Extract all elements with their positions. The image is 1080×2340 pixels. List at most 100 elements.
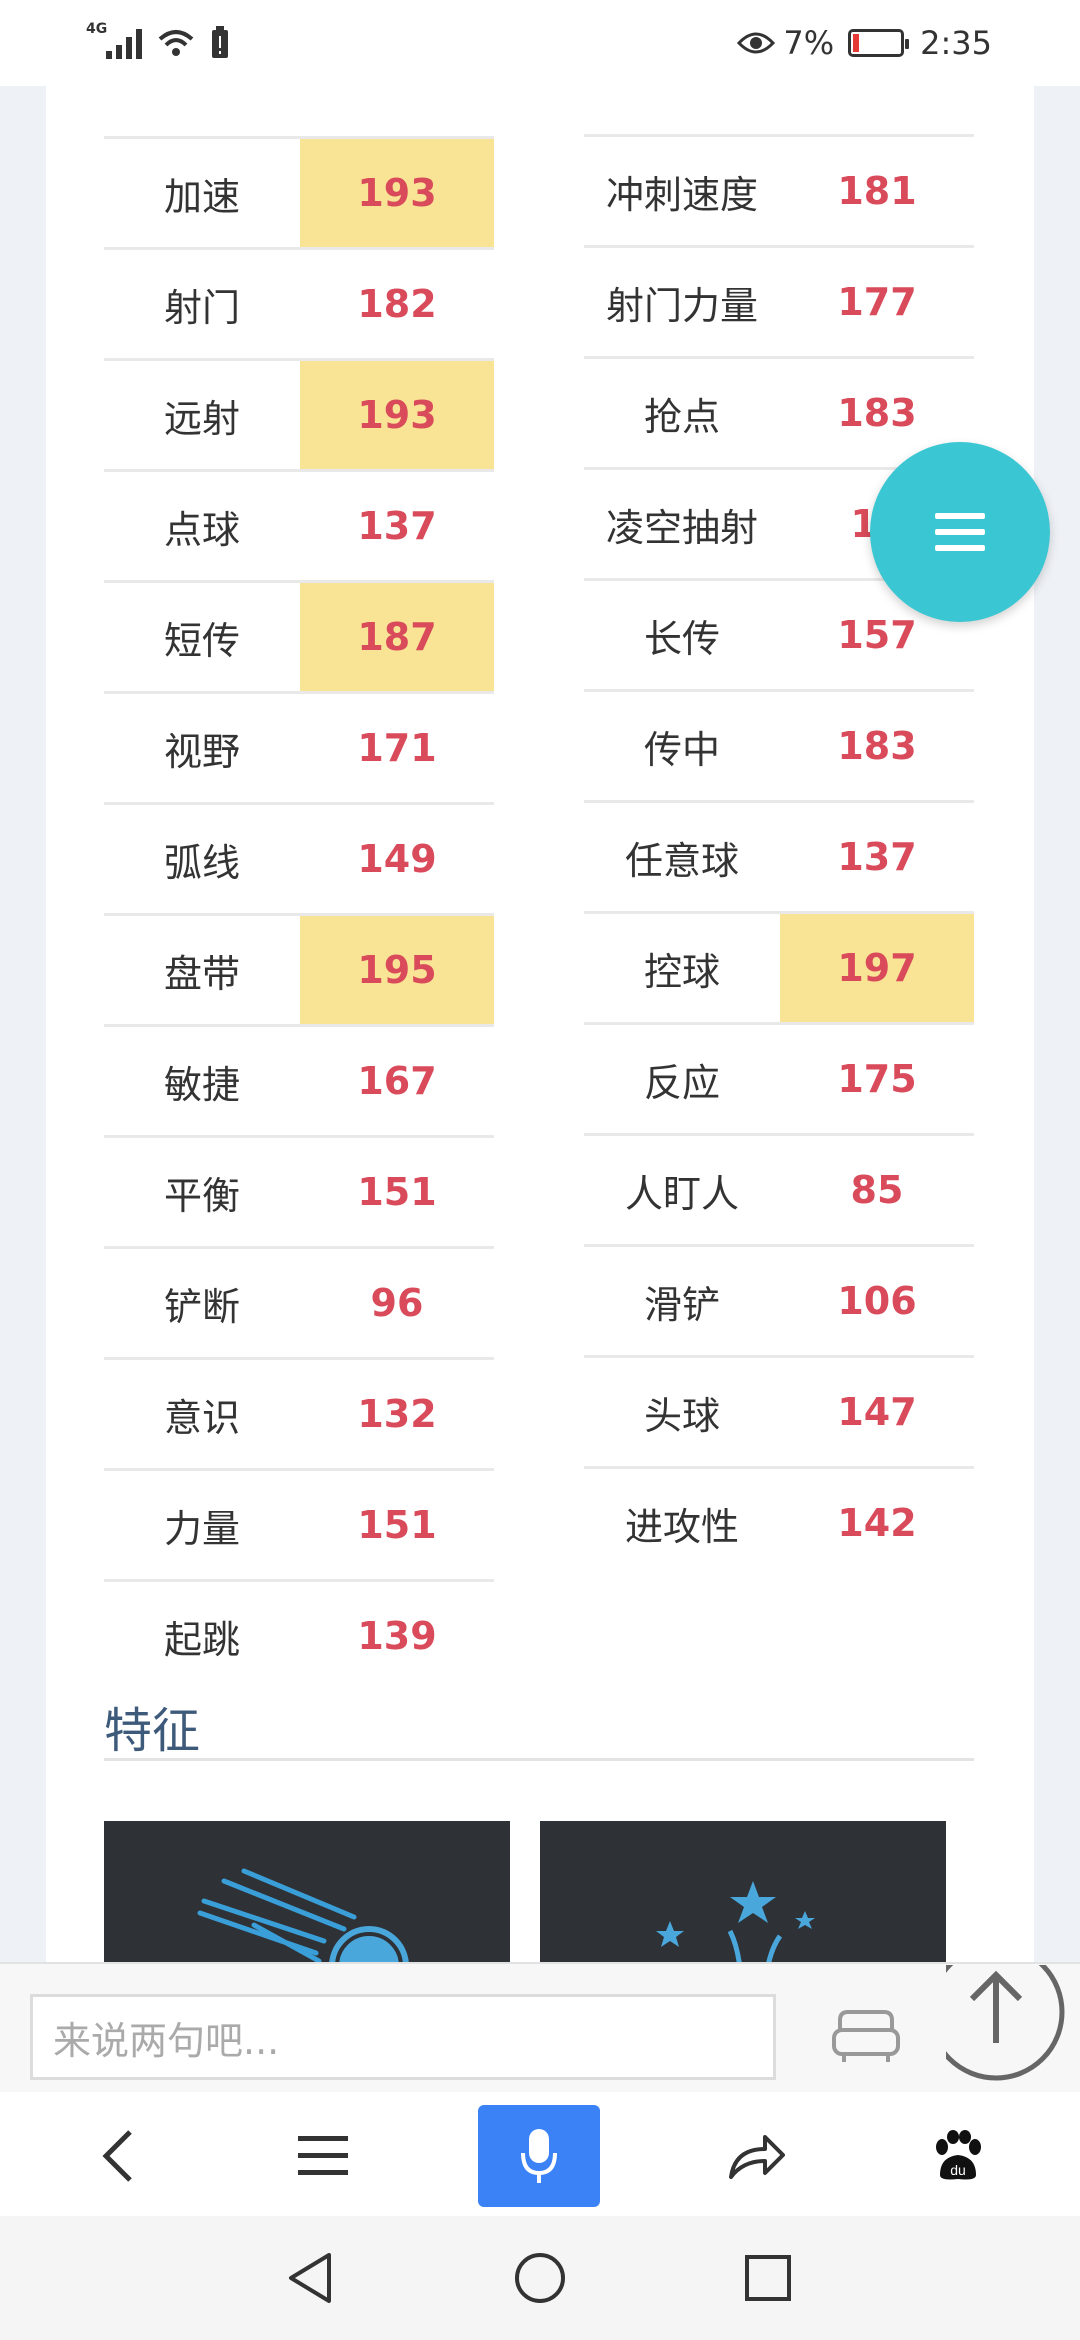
stat-value: 177 [837, 280, 917, 324]
stat-value: 181 [837, 169, 917, 213]
stat-row: 意识 132 [104, 1357, 494, 1468]
stat-row: 任意球 137 [584, 800, 974, 911]
stats-table-right: 冲刺速度181射门力量177抢点183凌空抽射15长传157传中183任意球13… [584, 134, 974, 1577]
stat-name: 射门 [163, 285, 240, 330]
menu-icon [935, 503, 985, 561]
section-divider [104, 1758, 974, 1761]
stat-name: 起跳 [163, 1617, 240, 1662]
stat-name: 力量 [163, 1506, 240, 1551]
stat-row: 射门力量 177 [584, 245, 974, 356]
stat-row: 力量 151 [104, 1468, 494, 1579]
back-button[interactable] [58, 2106, 178, 2206]
stat-row: 平衡 151 [104, 1135, 494, 1246]
share-button[interactable] [697, 2106, 817, 2206]
share-icon [729, 2135, 785, 2179]
status-bar: 4G 7% 2:35 [0, 0, 1080, 86]
stat-name: 点球 [163, 507, 240, 552]
stat-row: 短传 187 [104, 580, 494, 691]
stat-name: 任意球 [624, 838, 739, 883]
status-right: 7% 2:35 [737, 18, 992, 68]
battery-alert-icon [212, 26, 228, 58]
stat-value: 137 [837, 835, 917, 879]
stat-row: 反应 175 [584, 1022, 974, 1133]
wifi-icon [158, 30, 194, 56]
speeding-ball-icon [197, 1868, 409, 1962]
trait-card-speed[interactable] [104, 1821, 510, 1962]
stat-name: 短传 [163, 618, 240, 663]
scroll-to-top-button[interactable] [946, 1965, 1080, 2105]
microphone-icon [521, 2129, 557, 2183]
stat-value: 85 [850, 1168, 904, 1212]
stat-row: 加速 193 [104, 136, 494, 247]
stat-value: 193 [300, 139, 494, 247]
stat-row: 人盯人 85 [584, 1133, 974, 1244]
stat-name: 控球 [643, 949, 720, 994]
system-back-button[interactable] [270, 2238, 350, 2318]
stat-row: 抢点 183 [584, 356, 974, 467]
stat-value: 171 [357, 726, 437, 770]
stat-value: 182 [357, 282, 437, 326]
stat-row: 视野 171 [104, 691, 494, 802]
stat-value: 147 [837, 1390, 917, 1434]
stat-row: 控球 197 [584, 911, 974, 1022]
stat-row: 远射 193 [104, 358, 494, 469]
stat-value: 96 [370, 1281, 424, 1325]
square-recents-icon [745, 2255, 791, 2301]
stat-name: 射门力量 [605, 283, 758, 328]
stat-name: 进攻性 [624, 1504, 739, 1549]
comment-input[interactable]: 来说两句吧... [30, 1994, 776, 2080]
stat-value: 167 [357, 1059, 437, 1103]
comment-bar: 来说两句吧... [0, 1962, 1080, 2092]
stat-row: 头球 147 [584, 1355, 974, 1466]
stat-row: 盘带 195 [104, 913, 494, 1024]
stat-row: 起跳 139 [104, 1579, 494, 1690]
stat-name: 反应 [643, 1060, 720, 1105]
stat-value: 183 [837, 724, 917, 768]
stat-name: 铲断 [163, 1284, 240, 1329]
battery-percent: 7% [783, 24, 835, 62]
stat-name: 敏捷 [163, 1062, 240, 1107]
content-card: 加速 193 射门 182 远射 193 点球 137 短传 187 视野 171 弧线 149 盘带 195… [46, 86, 1034, 1962]
svg-text:du: du [950, 2162, 966, 2178]
baidu-button[interactable]: du [897, 2106, 1017, 2206]
floating-menu-button[interactable] [870, 442, 1050, 622]
browser-toolbar: du [0, 2092, 1080, 2216]
triangle-back-icon [289, 2253, 331, 2303]
stat-value: 195 [300, 916, 494, 1024]
voice-search-button[interactable] [478, 2105, 600, 2207]
trait-card-flair[interactable] [540, 1821, 946, 1962]
stat-row: 敏捷 167 [104, 1024, 494, 1135]
battery-icon [848, 29, 910, 57]
system-home-button[interactable] [500, 2238, 580, 2318]
stat-value: 151 [357, 1503, 437, 1547]
status-left: 4G [86, 18, 230, 68]
stat-row: 点球 137 [104, 469, 494, 580]
hamburger-icon [298, 2136, 348, 2175]
circle-home-icon [515, 2253, 565, 2303]
stat-row: 弧线 149 [104, 802, 494, 913]
sofa-icon[interactable] [830, 2004, 902, 2068]
system-recents-button[interactable] [728, 2238, 808, 2318]
stat-name: 加速 [163, 174, 240, 219]
stat-name: 视野 [163, 729, 240, 774]
network-type: 4G [86, 21, 108, 37]
stat-row: 冲刺速度 181 [584, 134, 974, 245]
signal-icon: 4G [86, 21, 142, 59]
stat-name: 冲刺速度 [605, 172, 758, 217]
menu-button[interactable] [263, 2106, 383, 2206]
stat-value: 197 [780, 914, 974, 1022]
chevron-left-icon [102, 2130, 132, 2182]
stat-value: 139 [357, 1614, 437, 1658]
stat-name: 头球 [643, 1393, 720, 1438]
stat-name: 传中 [643, 727, 720, 772]
stat-name: 滑铲 [643, 1282, 720, 1327]
stat-name: 弧线 [163, 840, 240, 885]
stat-name: 盘带 [163, 951, 240, 996]
section-title: 特征 [104, 1703, 201, 1759]
stat-value: 149 [357, 837, 437, 881]
stat-value: 175 [837, 1057, 917, 1101]
system-nav-bar [0, 2216, 1080, 2340]
stat-row: 铲断 96 [104, 1246, 494, 1357]
stats-table-left: 加速 193 射门 182 远射 193 点球 137 短传 187 视野 171 弧线 149 盘带 195… [104, 136, 494, 1690]
stat-name: 抢点 [643, 394, 720, 439]
